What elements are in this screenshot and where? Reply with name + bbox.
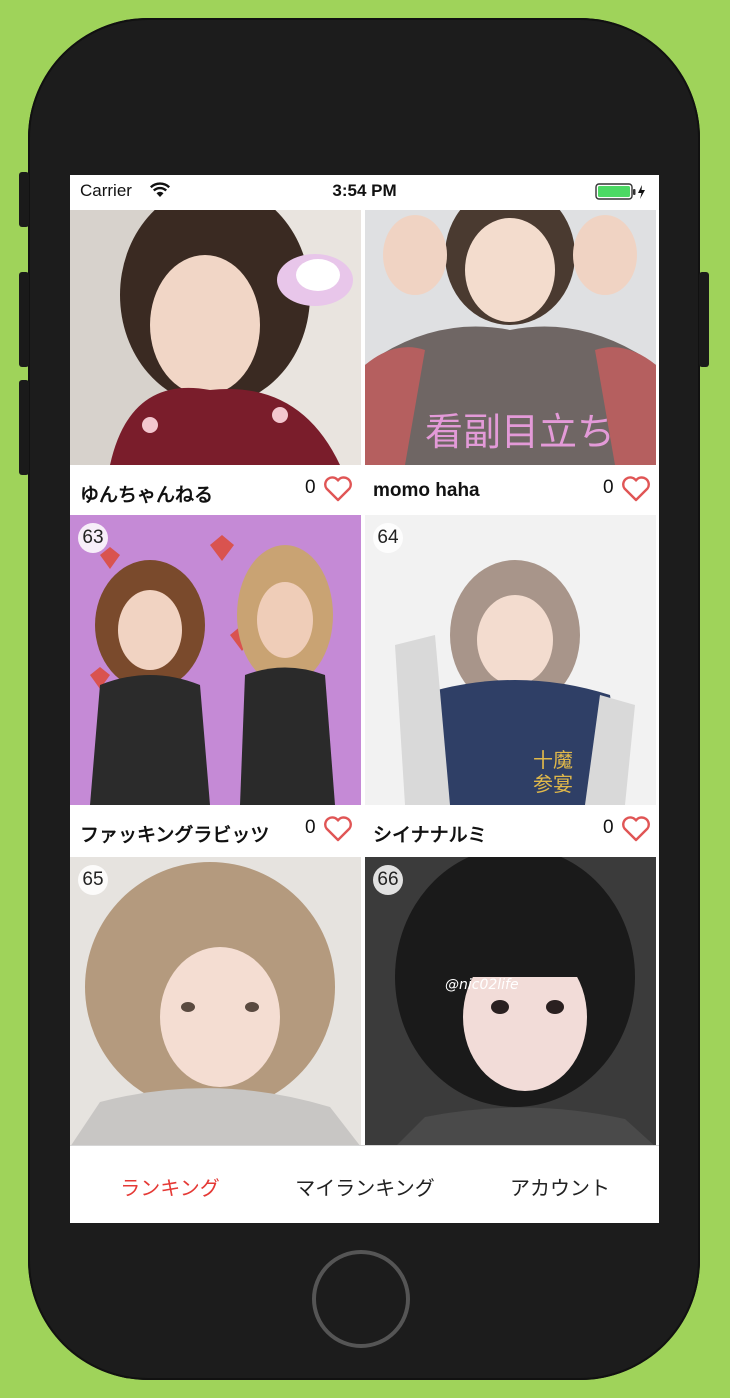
svg-text:看副目立ち: 看副目立ち [425, 410, 615, 454]
app-screen: Carrier 3:54 PM ゆんちゃんねる 0 看副目立ち momo hah… [70, 175, 659, 1223]
ranking-card[interactable]: @nic02life 66 [365, 857, 659, 1145]
rank-badge: 65 [78, 865, 108, 895]
ranking-card[interactable]: ゆんちゃんねる 0 [70, 210, 361, 515]
svg-text:参宴: 参宴 [533, 772, 573, 796]
like-count: 0 [603, 817, 614, 838]
ranking-card[interactable]: 看副目立ち momo haha 0 [365, 210, 659, 515]
card-name: シイナナルミ [373, 825, 487, 846]
rank-badge: 64 [373, 523, 403, 553]
profile-photo: 63 [70, 515, 361, 805]
rank-badge: 63 [78, 523, 108, 553]
profile-photo [70, 210, 361, 465]
profile-photo: 看副目立ち [365, 210, 656, 465]
ranking-card[interactable]: 63 ファッキングラビッツ 0 [70, 515, 361, 855]
heart-icon[interactable] [621, 476, 651, 507]
card-name: ファッキングラビッツ [80, 825, 270, 846]
svg-text:十魔: 十魔 [533, 748, 573, 772]
like-count: 0 [305, 477, 316, 498]
status-time: 3:54 PM [332, 181, 397, 200]
heart-icon[interactable] [323, 816, 353, 847]
ranking-grid: ゆんちゃんねる 0 看副目立ち momo haha 0 63 ファッキングラビッ… [70, 210, 659, 1145]
volume-down-button [19, 380, 29, 475]
mute-switch [19, 172, 29, 227]
like-count: 0 [305, 817, 316, 838]
tab-account[interactable]: アカウント [490, 1172, 630, 1201]
card-name: ゆんちゃんねる [80, 485, 214, 506]
tab-my-ranking[interactable]: マイランキング [280, 1172, 450, 1201]
profile-photo: 十魔 参宴 64 [365, 515, 656, 805]
ranking-card[interactable]: 十魔 参宴 64 シイナナルミ 0 [365, 515, 659, 855]
tab-ranking[interactable]: ランキング [100, 1172, 240, 1201]
svg-text:@nic02life: @nic02life [445, 977, 519, 993]
status-bar: Carrier 3:54 PM [70, 175, 659, 210]
like-count: 0 [603, 477, 614, 498]
heart-icon[interactable] [323, 476, 353, 507]
card-name: momo haha [373, 480, 480, 501]
power-button [699, 272, 709, 367]
profile-photo: @nic02life 66 [365, 857, 656, 1145]
heart-icon[interactable] [621, 816, 651, 847]
ranking-card[interactable]: 65 [70, 857, 361, 1145]
tab-bar: ランキング マイランキング アカウント [70, 1145, 659, 1223]
rank-badge: 66 [373, 865, 403, 895]
battery-charging-icon [595, 183, 647, 206]
volume-up-button [19, 272, 29, 367]
home-button[interactable] [312, 1250, 410, 1348]
profile-photo: 65 [70, 857, 361, 1145]
